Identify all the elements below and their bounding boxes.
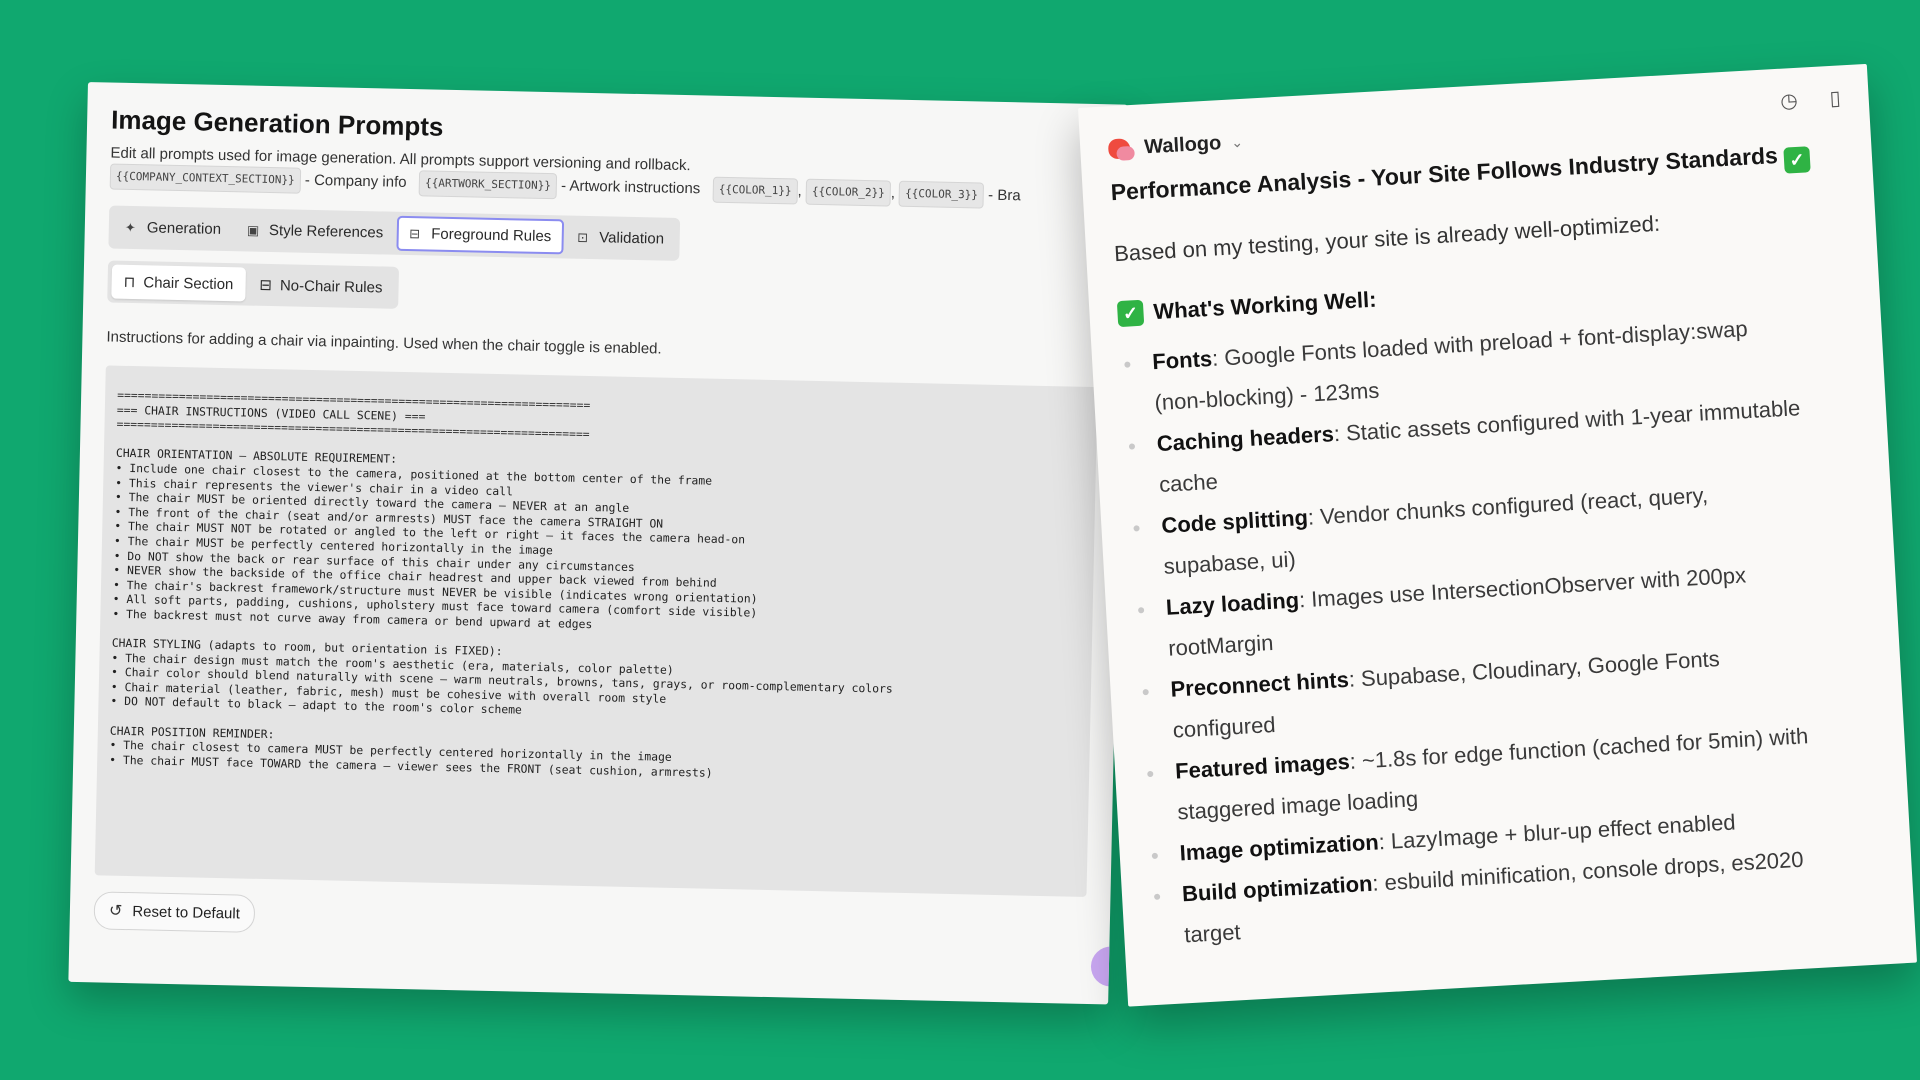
sidebar-toggle-icon[interactable]: ▯ <box>1829 85 1841 111</box>
item-label: Lazy loading <box>1165 587 1300 620</box>
image-icon: ▣ <box>246 222 260 238</box>
item-label: Caching headers <box>1156 421 1335 457</box>
reset-label: Reset to Default <box>132 902 241 923</box>
subtab-chair-section[interactable]: ⊓ Chair Section <box>111 264 246 302</box>
reset-to-default-button[interactable]: ↺ Reset to Default <box>93 891 256 933</box>
tab-foreground-rules[interactable]: ⊟ Foreground Rules <box>396 215 564 255</box>
section-description: Instructions for adding a chair via inpa… <box>106 328 662 358</box>
floating-action-button[interactable] <box>1090 946 1128 987</box>
item-label: Build optimization <box>1181 870 1374 907</box>
tab-validation[interactable]: ⊡ Validation <box>565 219 677 256</box>
app-name: Wallogo <box>1143 132 1222 159</box>
header-actions: ◷ ▯ <box>1780 85 1842 113</box>
tab-label: Foreground Rules <box>431 225 552 246</box>
tab-generation[interactable]: ✦ Generation <box>112 210 233 248</box>
layout-icon: ⊟ <box>409 225 421 241</box>
item-label: Code splitting <box>1160 504 1309 538</box>
item-label: Preconnect hints <box>1169 666 1350 702</box>
app-switcher[interactable]: Wallogo ⌄ <box>1108 131 1244 161</box>
chat-panel: Wallogo ⌄ ◷ ▯ Performance Analysis - You… <box>1078 63 1918 1007</box>
foreground-subtabs: ⊓ Chair Section ⊟ No-Chair Rules <box>107 260 399 309</box>
tab-label: Style References <box>268 221 384 242</box>
item-label: Featured images <box>1174 748 1351 784</box>
layout-icon: ⊟ <box>259 276 273 295</box>
prompt-text: ========================================… <box>109 387 893 780</box>
prompt-tabs: ✦ Generation ▣ Style References ⊟ Foregr… <box>108 205 681 261</box>
var-brand-text: - Bra <box>987 186 1021 205</box>
working-well-list: Fonts: Google Fonts loaded with preload … <box>1119 302 1886 957</box>
check-icon: ✓ <box>1783 146 1811 174</box>
history-icon[interactable]: ◷ <box>1780 88 1799 114</box>
chevron-down-icon: ⌄ <box>1230 133 1244 151</box>
app-logo <box>1108 137 1135 160</box>
section-heading-text: What's Working Well: <box>1152 286 1378 325</box>
tab-label: Validation <box>599 229 665 248</box>
rotate-ccw-icon: ↺ <box>108 902 123 920</box>
item-label: Image optimization <box>1179 829 1380 866</box>
var-artwork-chip: {{ARTWORK_SECTION}} <box>418 170 558 200</box>
response-intro: Based on my testing, your site is alread… <box>1113 210 1661 267</box>
prompts-editor-panel: Image Generation Prompts Edit all prompt… <box>68 82 1128 1005</box>
subtab-label: Chair Section <box>143 273 234 293</box>
var-artwork-text: - Artwork instructions <box>560 177 701 198</box>
tab-label: Generation <box>146 219 222 238</box>
subtab-label: No-Chair Rules <box>279 276 383 296</box>
var-company-chip: {{COMPANY_CONTEXT_SECTION}} <box>109 163 301 194</box>
check-icon: ✓ <box>1116 299 1145 328</box>
scan-icon: ⊡ <box>577 229 589 245</box>
var-color1-chip: {{COLOR_1}} <box>712 176 798 205</box>
chair-icon: ⊓ <box>123 273 136 292</box>
var-company-text: - Company info <box>304 171 407 191</box>
var-color2-chip: {{COLOR_2}} <box>805 178 892 207</box>
item-label: Fonts <box>1151 345 1213 375</box>
tab-style-references[interactable]: ▣ Style References <box>235 212 396 250</box>
var-color3-chip: {{COLOR_3}} <box>898 180 985 209</box>
prompt-textarea[interactable]: ========================================… <box>94 365 1098 897</box>
subtab-no-chair-rules[interactable]: ⊟ No-Chair Rules <box>247 268 395 305</box>
wand-icon: ✦ <box>124 219 136 235</box>
